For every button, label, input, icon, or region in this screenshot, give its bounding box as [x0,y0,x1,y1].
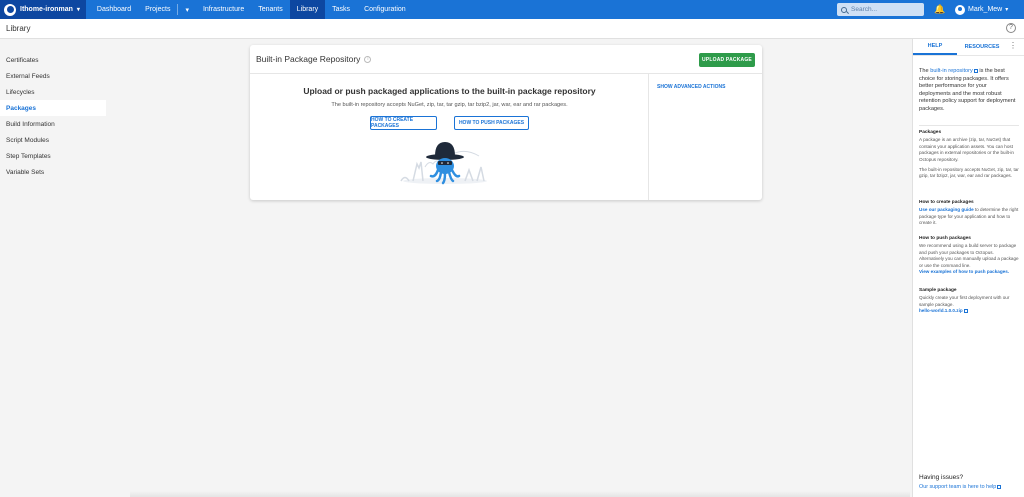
nav-dashboard[interactable]: Dashboard [90,0,138,19]
help-section-body: The built-in repository accepts NuGet, z… [919,167,1019,179]
help-intro-suffix: is the best choice for storing packages.… [919,68,1016,112]
push-examples-link[interactable]: View examples of how to push packages. [919,269,1019,275]
show-advanced-actions-link[interactable]: SHOW ADVANCED ACTIONS [657,84,725,90]
space-name: Ithome-ironman [20,6,73,13]
octopus-mascot-icon [400,142,487,185]
nav-infrastructure[interactable]: Infrastructure [196,0,251,19]
info-icon[interactable]: i [364,55,372,63]
help-section-title: How to push packages [919,236,971,241]
empty-state-description: The built-in repository accepts NuGet, z… [331,102,568,108]
sidebar-item-label: Lifecycles [6,88,35,96]
nav-links: Dashboard Projects ▾ Infrastructure Tena… [90,0,413,19]
nav-library[interactable]: Library [289,0,326,19]
how-to-push-packages-button[interactable]: HOW TO PUSH PACKAGES [454,116,529,130]
card-header: Built-in Package Repository i UPLOAD PAC… [250,45,762,74]
projects-caret-icon[interactable]: ▾ [178,0,196,19]
sidebar-item-external-feeds[interactable]: External Feeds [0,68,106,84]
sidebar-item-label: Build Information [6,120,55,128]
empty-state-headline: Upload or push packaged applications to … [303,86,596,96]
help-divider [919,125,1019,126]
nav-infrastructure-label: Infrastructure [202,6,245,13]
nav-projects-label: Projects [145,6,171,13]
help-intro-prefix: The [919,68,931,74]
tab-resources[interactable]: RESOURCES [957,39,1007,55]
help-section-create: How to create packages Use our packaging… [919,200,1019,227]
help-section-packages: Packages A package is an archive (zip, t… [919,130,1019,180]
nav-tasks-label: Tasks [332,6,351,13]
help-tabs: HELP RESOURCES ⋮ [913,39,1024,56]
kebab-icon[interactable]: ⋮ [1009,42,1017,50]
support-link[interactable]: Our support team is here to help [919,484,1023,490]
avatar-icon [955,4,965,15]
sidebar-item-packages[interactable]: Packages [0,100,106,116]
help-section-title: Sample package [919,288,957,293]
sample-package-link[interactable]: hello-world.1.0.0.zip [919,308,963,313]
search-input[interactable]: Search... [837,3,924,16]
nav-configuration-label: Configuration [364,6,406,13]
user-name: Mark_Mew [968,6,1003,13]
packaging-guide-link[interactable]: Use our packaging guide [919,207,974,212]
help-intro: The built-in repository is the best choi… [919,68,1017,114]
sidebar-item-label: Step Templates [6,152,51,160]
support-section: Having issues? Our support team is here … [919,474,1023,490]
tab-help[interactable]: HELP [913,39,957,55]
sidebar-item-build-information[interactable]: Build Information [0,116,106,132]
how-to-create-packages-button[interactable]: HOW TO CREATE PACKAGES [370,116,437,130]
help-section-sample: Sample package Quickly create your first… [919,288,1019,315]
package-repository-card: Built-in Package Repository i UPLOAD PAC… [250,45,762,200]
sidebar-item-variable-sets[interactable]: Variable Sets [0,164,106,180]
sidebar-item-label: External Feeds [6,72,50,80]
sidebar-item-lifecycles[interactable]: Lifecycles [0,84,106,100]
support-link-label: Our support team is here to help [919,484,997,490]
page-title: Library [6,24,31,33]
external-link-icon [963,309,968,313]
nav-tenants-label: Tenants [258,6,283,13]
space-logo-icon [4,3,16,16]
empty-state: Upload or push packaged applications to … [250,74,649,200]
help-section-body: A package is an archive (zip, tar, NuGet… [919,137,1014,162]
help-circle-icon[interactable]: ? [1006,23,1016,33]
nav-tasks[interactable]: Tasks [325,0,357,19]
card-title: Built-in Package Repository [256,54,361,64]
nav-projects[interactable]: Projects [138,0,177,19]
nav-tenants[interactable]: Tenants [251,0,290,19]
card-body: Upload or push packaged applications to … [250,74,762,200]
sidebar-item-label: Variable Sets [6,168,45,176]
top-nav: Ithome-ironman ▾ Dashboard Projects ▾ In… [0,0,1024,19]
nav-library-label: Library [296,6,319,13]
sidebar-item-script-modules[interactable]: Script Modules [0,132,106,148]
bottom-shadow [130,491,910,497]
help-panel: HELP RESOURCES ⋮ The built-in repository… [912,39,1024,497]
help-section-body: Quickly create your first deployment wit… [919,295,1010,307]
caret-down-icon: ▾ [76,7,80,13]
space-switcher[interactable]: Ithome-ironman ▾ [0,0,86,19]
external-link-icon [997,484,1002,489]
page-header: Library ? [0,19,1024,39]
help-section-body: We recommend using a build server to pac… [919,243,1019,268]
user-menu[interactable]: Mark_Mew ▾ [955,2,1008,17]
sidebar-item-certificates[interactable]: Certificates [0,52,106,68]
user-caret-icon: ▾ [1005,7,1009,13]
help-section-title: How to create packages [919,200,974,205]
sidebar-item-label: Script Modules [6,136,49,144]
help-section-title: Packages [919,130,942,135]
nav-configuration[interactable]: Configuration [357,0,413,19]
built-in-repository-link[interactable]: built-in repository [930,68,973,74]
search-icon [841,6,847,13]
help-section-push: How to push packages We recommend using … [919,236,1019,275]
support-title: Having issues? [919,474,964,481]
upload-package-button[interactable]: UPLOAD PACKAGE [699,53,755,67]
nav-dashboard-label: Dashboard [96,6,132,13]
sidebar-item-label: Packages [6,104,36,112]
sidebar-item-step-templates[interactable]: Step Templates [0,148,106,164]
library-sidebar: Certificates External Feeds Lifecycles P… [0,52,106,180]
bell-icon[interactable]: 🔔 [934,4,945,15]
sidebar-item-label: Certificates [6,56,39,64]
search-placeholder: Search... [851,6,878,13]
